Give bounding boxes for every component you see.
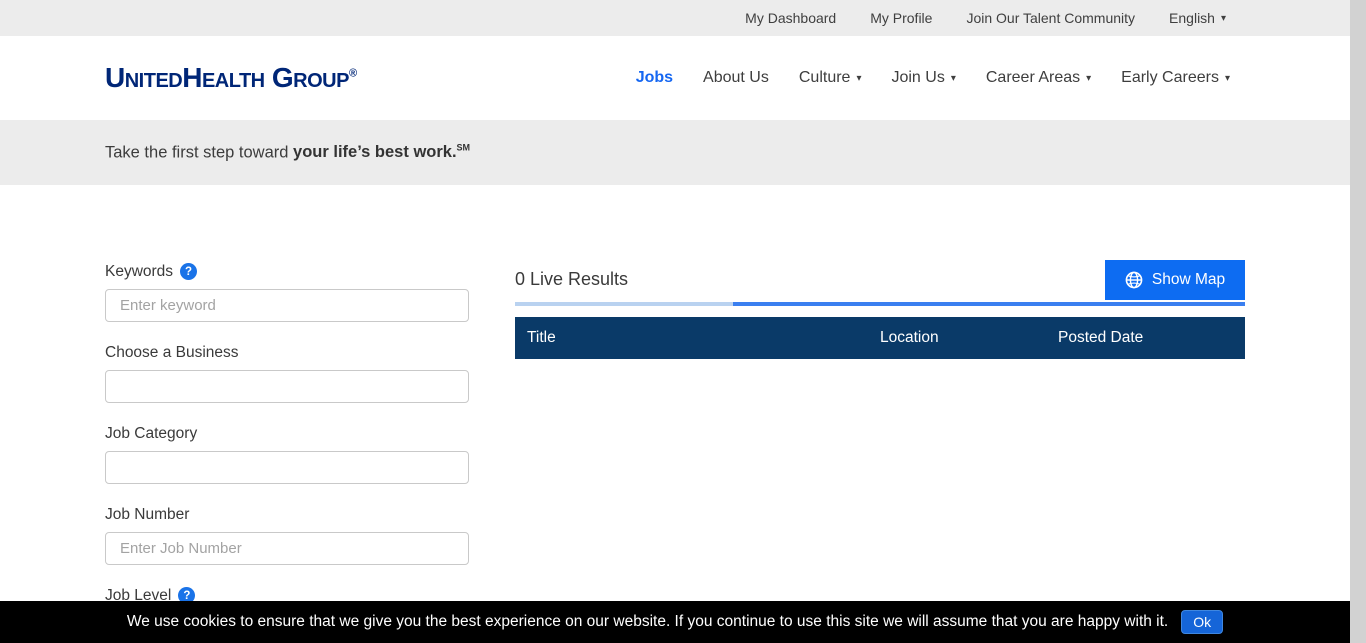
cookie-ok-button[interactable]: Ok bbox=[1181, 610, 1223, 634]
show-map-button[interactable]: Show Map bbox=[1105, 260, 1245, 300]
results-progress-underline bbox=[515, 302, 1245, 306]
topbar-item-talent-community[interactable]: Join Our Talent Community bbox=[966, 10, 1135, 26]
job-number-label: Job Number bbox=[105, 505, 469, 524]
language-selector[interactable]: English ▾ bbox=[1169, 10, 1226, 26]
column-location: Location bbox=[880, 329, 1058, 347]
tagline-band: Take the first step toward your life’s b… bbox=[0, 120, 1350, 185]
search-filters: Keywords ? Choose a Business Job Categor… bbox=[105, 262, 469, 626]
cookie-message: We use cookies to ensure that we give yo… bbox=[127, 613, 1168, 631]
topbar-item-my-profile[interactable]: My Profile bbox=[870, 10, 932, 26]
keywords-field-group: Keywords ? bbox=[105, 262, 469, 322]
help-icon[interactable]: ? bbox=[180, 263, 197, 280]
unitedhealth-group-logo[interactable]: UnitedHealth Group® bbox=[105, 62, 357, 94]
business-field-group: Choose a Business bbox=[105, 343, 469, 403]
show-map-label: Show Map bbox=[1152, 271, 1225, 289]
nav-item-about-us[interactable]: About Us bbox=[703, 69, 769, 87]
job-number-input[interactable] bbox=[105, 532, 469, 565]
main-header: UnitedHealth Group® Jobs About Us Cultur… bbox=[0, 36, 1350, 120]
job-number-field-group: Job Number bbox=[105, 505, 469, 565]
nav-item-jobs[interactable]: Jobs bbox=[636, 69, 673, 87]
nav-item-early-careers[interactable]: Early Careers ▾ bbox=[1121, 69, 1230, 87]
keywords-label: Keywords ? bbox=[105, 262, 469, 281]
chevron-down-icon: ▾ bbox=[1221, 13, 1226, 24]
keywords-input[interactable] bbox=[105, 289, 469, 322]
careers-page: My Dashboard My Profile Join Our Talent … bbox=[0, 0, 1366, 643]
nav-item-career-areas[interactable]: Career Areas ▾ bbox=[986, 69, 1091, 87]
job-category-input[interactable] bbox=[105, 451, 469, 484]
nav-label: Join Us bbox=[891, 69, 944, 87]
nav-item-join-us[interactable]: Join Us ▾ bbox=[891, 69, 955, 87]
top-utility-bar: My Dashboard My Profile Join Our Talent … bbox=[0, 0, 1350, 36]
globe-icon bbox=[1125, 271, 1143, 289]
results-section: 0 Live Results Show Map Title Location P bbox=[515, 260, 1245, 359]
nav-item-culture[interactable]: Culture ▾ bbox=[799, 69, 862, 87]
nav-label: Culture bbox=[799, 69, 851, 87]
nav-label: Early Careers bbox=[1121, 69, 1219, 87]
topbar-item-my-dashboard[interactable]: My Dashboard bbox=[745, 10, 836, 26]
column-title: Title bbox=[527, 329, 880, 347]
jobs-table-header: Title Location Posted Date bbox=[515, 317, 1245, 359]
underline-bright-segment bbox=[733, 302, 1245, 306]
column-posted-date: Posted Date bbox=[1058, 329, 1245, 347]
cookie-consent-bar: We use cookies to ensure that we give yo… bbox=[0, 601, 1350, 643]
business-label: Choose a Business bbox=[105, 343, 469, 362]
results-header: 0 Live Results Show Map bbox=[515, 260, 1245, 302]
underline-light-segment bbox=[515, 302, 733, 306]
job-category-field-group: Job Category bbox=[105, 424, 469, 484]
live-results-count: 0 Live Results bbox=[515, 269, 628, 290]
chevron-down-icon: ▾ bbox=[1225, 73, 1230, 84]
nav-label: Career Areas bbox=[986, 69, 1080, 87]
main-nav: Jobs About Us Culture ▾ Join Us ▾ Career… bbox=[636, 69, 1230, 87]
jobs-table: Title Location Posted Date bbox=[515, 317, 1245, 359]
chevron-down-icon: ▾ bbox=[856, 73, 861, 84]
chevron-down-icon: ▾ bbox=[1086, 73, 1091, 84]
job-category-label: Job Category bbox=[105, 424, 469, 443]
language-label: English bbox=[1169, 10, 1215, 26]
registered-mark: ® bbox=[349, 68, 357, 80]
tagline-text: Take the first step toward your life’s b… bbox=[105, 143, 470, 163]
vertical-scrollbar[interactable] bbox=[1350, 0, 1366, 643]
business-input[interactable] bbox=[105, 370, 469, 403]
logo-text: UnitedHealth Group bbox=[105, 62, 349, 93]
chevron-down-icon: ▾ bbox=[951, 73, 956, 84]
